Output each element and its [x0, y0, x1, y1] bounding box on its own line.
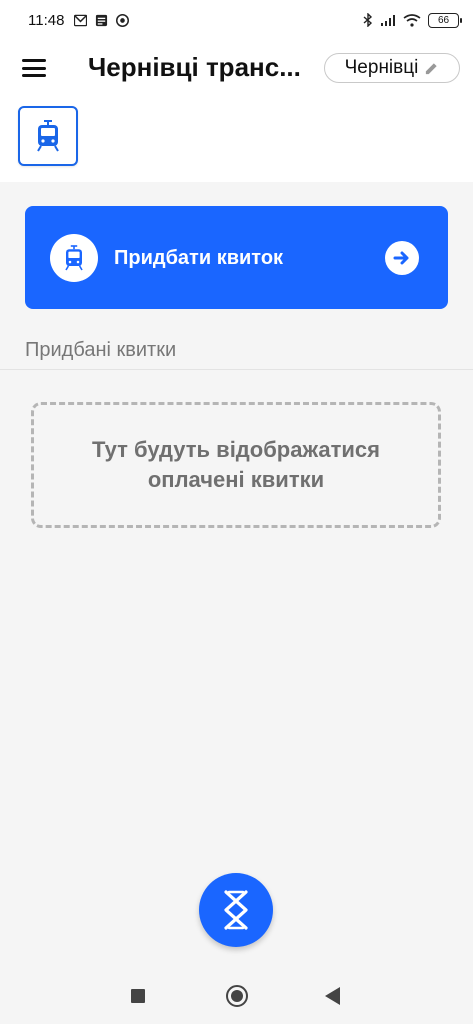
status-left: 11:48 [28, 11, 130, 29]
tram-icon [37, 120, 59, 152]
battery-level: 66 [437, 14, 450, 26]
menu-icon-line [22, 66, 46, 70]
city-name: Чернівці [344, 57, 419, 78]
status-time: 11:48 [28, 11, 65, 29]
buy-ticket-button[interactable]: Придбати квиток [25, 206, 448, 309]
system-nav-bar [0, 968, 473, 1024]
status-right: 66 [363, 12, 462, 28]
buy-ticket-icon-circle [50, 234, 98, 282]
city-selector-button[interactable]: Чернівці [324, 53, 460, 83]
menu-button[interactable] [20, 56, 48, 80]
edit-pencil-icon [426, 62, 438, 74]
buy-ticket-label: Придбати квиток [114, 247, 284, 269]
section-divider [0, 369, 473, 370]
purchased-tickets-title: Придбані квитки [25, 339, 177, 361]
gmail-icon [74, 14, 88, 26]
nfc-validator-icon [224, 890, 248, 930]
page-title: Чернівці транс... [88, 52, 301, 82]
back-triangle-icon[interactable] [325, 987, 340, 1005]
transport-type-tram[interactable] [18, 106, 78, 166]
chrome-icon [116, 13, 130, 27]
arrow-right-icon [385, 241, 419, 275]
app-bar: Чернівці транс... Чернівці [0, 40, 473, 100]
menu-icon-line [22, 59, 46, 62]
wifi-icon [403, 13, 421, 27]
home-circle-dot [231, 990, 243, 1002]
recents-square-icon[interactable] [131, 989, 145, 1003]
home-circle-icon[interactable] [226, 985, 248, 1007]
empty-tickets-text: Тут будуть відображатися оплачені квитки [92, 437, 380, 492]
validate-ticket-fab[interactable] [199, 873, 273, 947]
news-icon [96, 14, 108, 26]
bluetooth-icon [363, 13, 373, 27]
empty-tickets-placeholder: Тут будуть відображатися оплачені квитки [31, 402, 441, 528]
battery-icon: 66 [428, 12, 462, 28]
signal-icon [381, 14, 395, 26]
status-bar: 11:48 66 [0, 0, 473, 40]
transport-type-strip [0, 100, 473, 182]
tram-icon [65, 245, 83, 271]
menu-icon-line [22, 74, 46, 77]
